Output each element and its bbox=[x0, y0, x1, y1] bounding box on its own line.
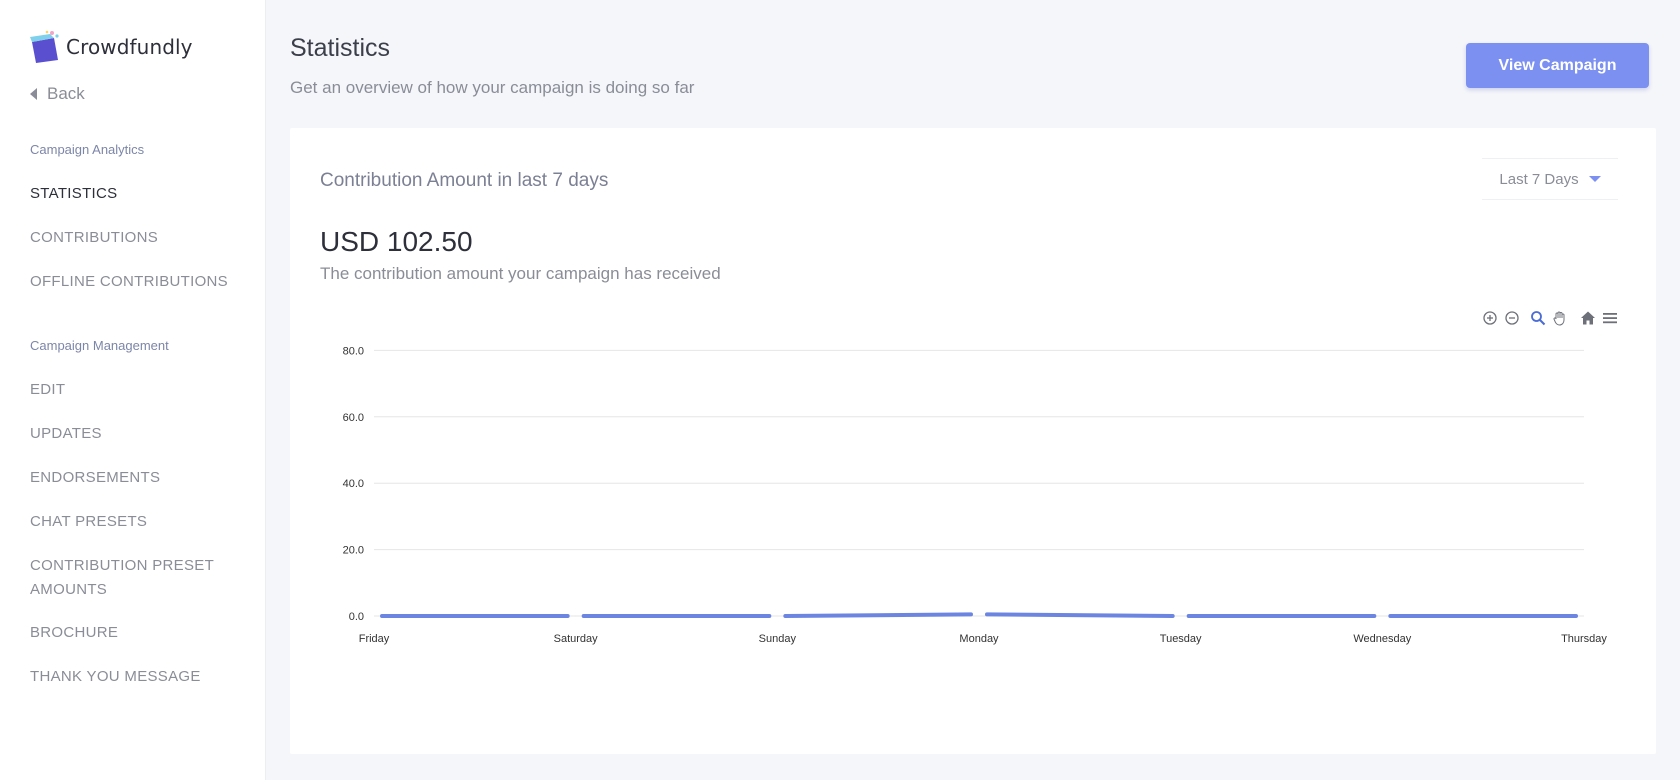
sidebar-item-brochure[interactable]: BROCHURE bbox=[30, 621, 250, 645]
sidebar: Crowdfundly Back Campaign Analytics STAT… bbox=[0, 0, 266, 780]
x-tick-label: Saturday bbox=[554, 633, 599, 645]
sidebar-item-offline-contributions[interactable]: OFFLINE CONTRIBUTIONS bbox=[30, 270, 250, 294]
sidebar-item-contribution-preset-amounts[interactable]: CONTRIBUTION PRESET AMOUNTS bbox=[30, 554, 230, 602]
back-link[interactable]: Back bbox=[30, 84, 85, 104]
sidebar-item-updates[interactable]: UPDATES bbox=[30, 422, 250, 446]
section-campaign-analytics: Campaign Analytics bbox=[30, 142, 145, 157]
sidebar-item-contributions[interactable]: CONTRIBUTIONS bbox=[30, 226, 250, 250]
page-subtitle: Get an overview of how your campaign is … bbox=[290, 78, 695, 97]
y-tick-label: 80.0 bbox=[343, 345, 364, 357]
statistics-card: Contribution Amount in last 7 days Last … bbox=[290, 128, 1656, 754]
x-tick-label: Friday bbox=[359, 633, 390, 645]
x-tick-label: Sunday bbox=[759, 633, 797, 645]
x-tick-label: Thursday bbox=[1561, 633, 1607, 645]
x-tick-label: Tuesday bbox=[1160, 633, 1202, 645]
back-label: Back bbox=[47, 84, 85, 103]
series-line-segment bbox=[985, 612, 1175, 618]
y-tick-label: 40.0 bbox=[343, 478, 364, 490]
crowdfundly-logo-icon bbox=[30, 30, 62, 64]
total-amount: USD 102.50 bbox=[320, 226, 473, 257]
sidebar-item-edit[interactable]: EDIT bbox=[30, 378, 250, 402]
date-range-select[interactable]: Last 7 Days bbox=[1482, 158, 1618, 200]
y-tick-label: 20.0 bbox=[343, 545, 364, 557]
sidebar-item-chat-presets[interactable]: CHAT PRESETS bbox=[30, 510, 250, 534]
app-logo[interactable]: Crowdfundly bbox=[30, 30, 193, 64]
amount-description: The contribution amount your campaign ha… bbox=[320, 264, 721, 283]
app-name: Crowdfundly bbox=[66, 35, 193, 59]
page-title: Statistics bbox=[290, 34, 391, 62]
date-range-label: Last 7 Days bbox=[1499, 170, 1579, 188]
contribution-line-chart: 0.020.040.060.080.0100.0FridaySaturdaySu… bbox=[343, 345, 1608, 645]
caret-left-icon bbox=[30, 88, 37, 100]
caret-down-icon bbox=[1588, 176, 1601, 182]
y-tick-label: 60.0 bbox=[343, 412, 364, 424]
series-line-segment bbox=[783, 612, 973, 618]
sidebar-item-endorsements[interactable]: ENDORSEMENTS bbox=[30, 466, 250, 490]
section-campaign-management: Campaign Management bbox=[30, 338, 169, 353]
x-tick-label: Wednesday bbox=[1353, 633, 1411, 645]
view-campaign-button[interactable]: View Campaign bbox=[1466, 43, 1649, 88]
x-tick-label: Monday bbox=[959, 633, 999, 645]
y-tick-label: 0.0 bbox=[349, 611, 364, 623]
card-title: Contribution Amount in last 7 days bbox=[320, 170, 609, 191]
sidebar-item-statistics[interactable]: STATISTICS bbox=[30, 182, 250, 206]
sidebar-item-thank-you-message[interactable]: THANK YOU MESSAGE bbox=[30, 665, 250, 689]
